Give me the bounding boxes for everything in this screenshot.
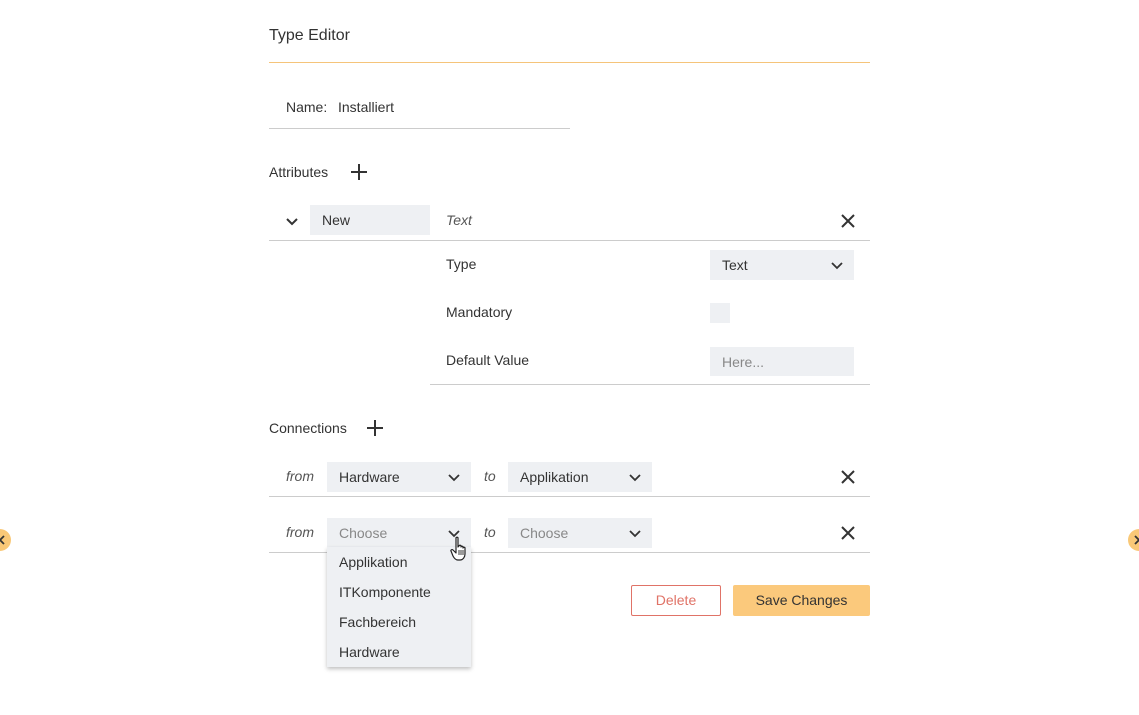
dropdown-option[interactable]: ITKomponente xyxy=(339,584,431,600)
hand-pointer-icon xyxy=(450,536,466,561)
connection-to-label: to xyxy=(484,468,496,484)
attributes-heading: Attributes xyxy=(269,164,329,180)
connection-from-label: from xyxy=(286,468,314,484)
connection-from-label: from xyxy=(286,524,314,540)
default-value-input[interactable] xyxy=(710,347,854,376)
default-value-label: Default Value xyxy=(446,352,530,368)
name-label: Name: xyxy=(286,99,328,115)
chevron-left-icon xyxy=(0,535,5,545)
prev-handle[interactable] xyxy=(0,529,11,551)
connection-from-value: Hardware xyxy=(339,469,400,485)
type-editor-panel: Type Editor Name: Installiert Attributes… xyxy=(0,0,1139,715)
chevron-down-icon xyxy=(448,474,460,482)
connection-from-dropdown-menu: Applikation ITKomponente Fachbereich Har… xyxy=(327,547,471,667)
connections-heading: Connections xyxy=(269,420,347,436)
add-connection-button[interactable] xyxy=(365,418,385,438)
close-icon xyxy=(841,526,855,540)
page-title: Type Editor xyxy=(269,27,350,44)
type-select[interactable]: Text xyxy=(710,250,854,280)
dropdown-option[interactable]: Applikation xyxy=(339,554,408,570)
remove-connection-button[interactable] xyxy=(840,525,856,541)
plus-icon xyxy=(351,164,367,180)
connection-to-label: to xyxy=(484,524,496,540)
remove-attribute-button[interactable] xyxy=(840,213,856,229)
remove-connection-button[interactable] xyxy=(840,469,856,485)
attribute-type-display: Text xyxy=(446,212,472,228)
attribute-name-input[interactable]: New xyxy=(310,205,430,235)
chevron-down-icon xyxy=(831,262,843,270)
close-icon xyxy=(841,214,855,228)
chevron-down-icon xyxy=(629,530,641,538)
type-select-value: Text xyxy=(722,257,748,273)
chevron-down-icon xyxy=(286,218,298,226)
mouse-cursor xyxy=(450,536,470,562)
close-icon xyxy=(841,470,855,484)
delete-button[interactable]: Delete xyxy=(631,585,721,616)
connection-from-select[interactable]: Hardware xyxy=(327,462,471,492)
plus-icon xyxy=(367,420,383,436)
attribute-collapse-toggle[interactable] xyxy=(284,214,300,230)
connection-to-select[interactable]: Applikation xyxy=(508,462,652,492)
attribute-row-divider xyxy=(269,240,870,241)
dropdown-option[interactable]: Hardware xyxy=(339,644,400,660)
chevron-right-icon xyxy=(1134,535,1139,545)
title-divider xyxy=(269,62,870,63)
name-field-underline xyxy=(269,128,570,129)
name-field[interactable]: Installiert xyxy=(338,99,394,115)
attribute-details-divider xyxy=(430,384,870,385)
chevron-down-icon xyxy=(629,474,641,482)
save-changes-button[interactable]: Save Changes xyxy=(733,585,870,616)
connection-to-select[interactable]: Choose xyxy=(508,518,652,548)
mandatory-checkbox[interactable] xyxy=(710,303,730,323)
connection-to-value: Choose xyxy=(520,525,569,541)
mandatory-label: Mandatory xyxy=(446,304,513,320)
connection-to-value: Applikation xyxy=(520,469,589,485)
add-attribute-button[interactable] xyxy=(349,162,369,182)
connection-row-divider xyxy=(269,496,870,497)
type-label: Type xyxy=(446,256,477,272)
next-handle[interactable] xyxy=(1128,529,1139,551)
dropdown-option[interactable]: Fachbereich xyxy=(339,614,416,630)
connection-from-value: Choose xyxy=(339,525,388,541)
